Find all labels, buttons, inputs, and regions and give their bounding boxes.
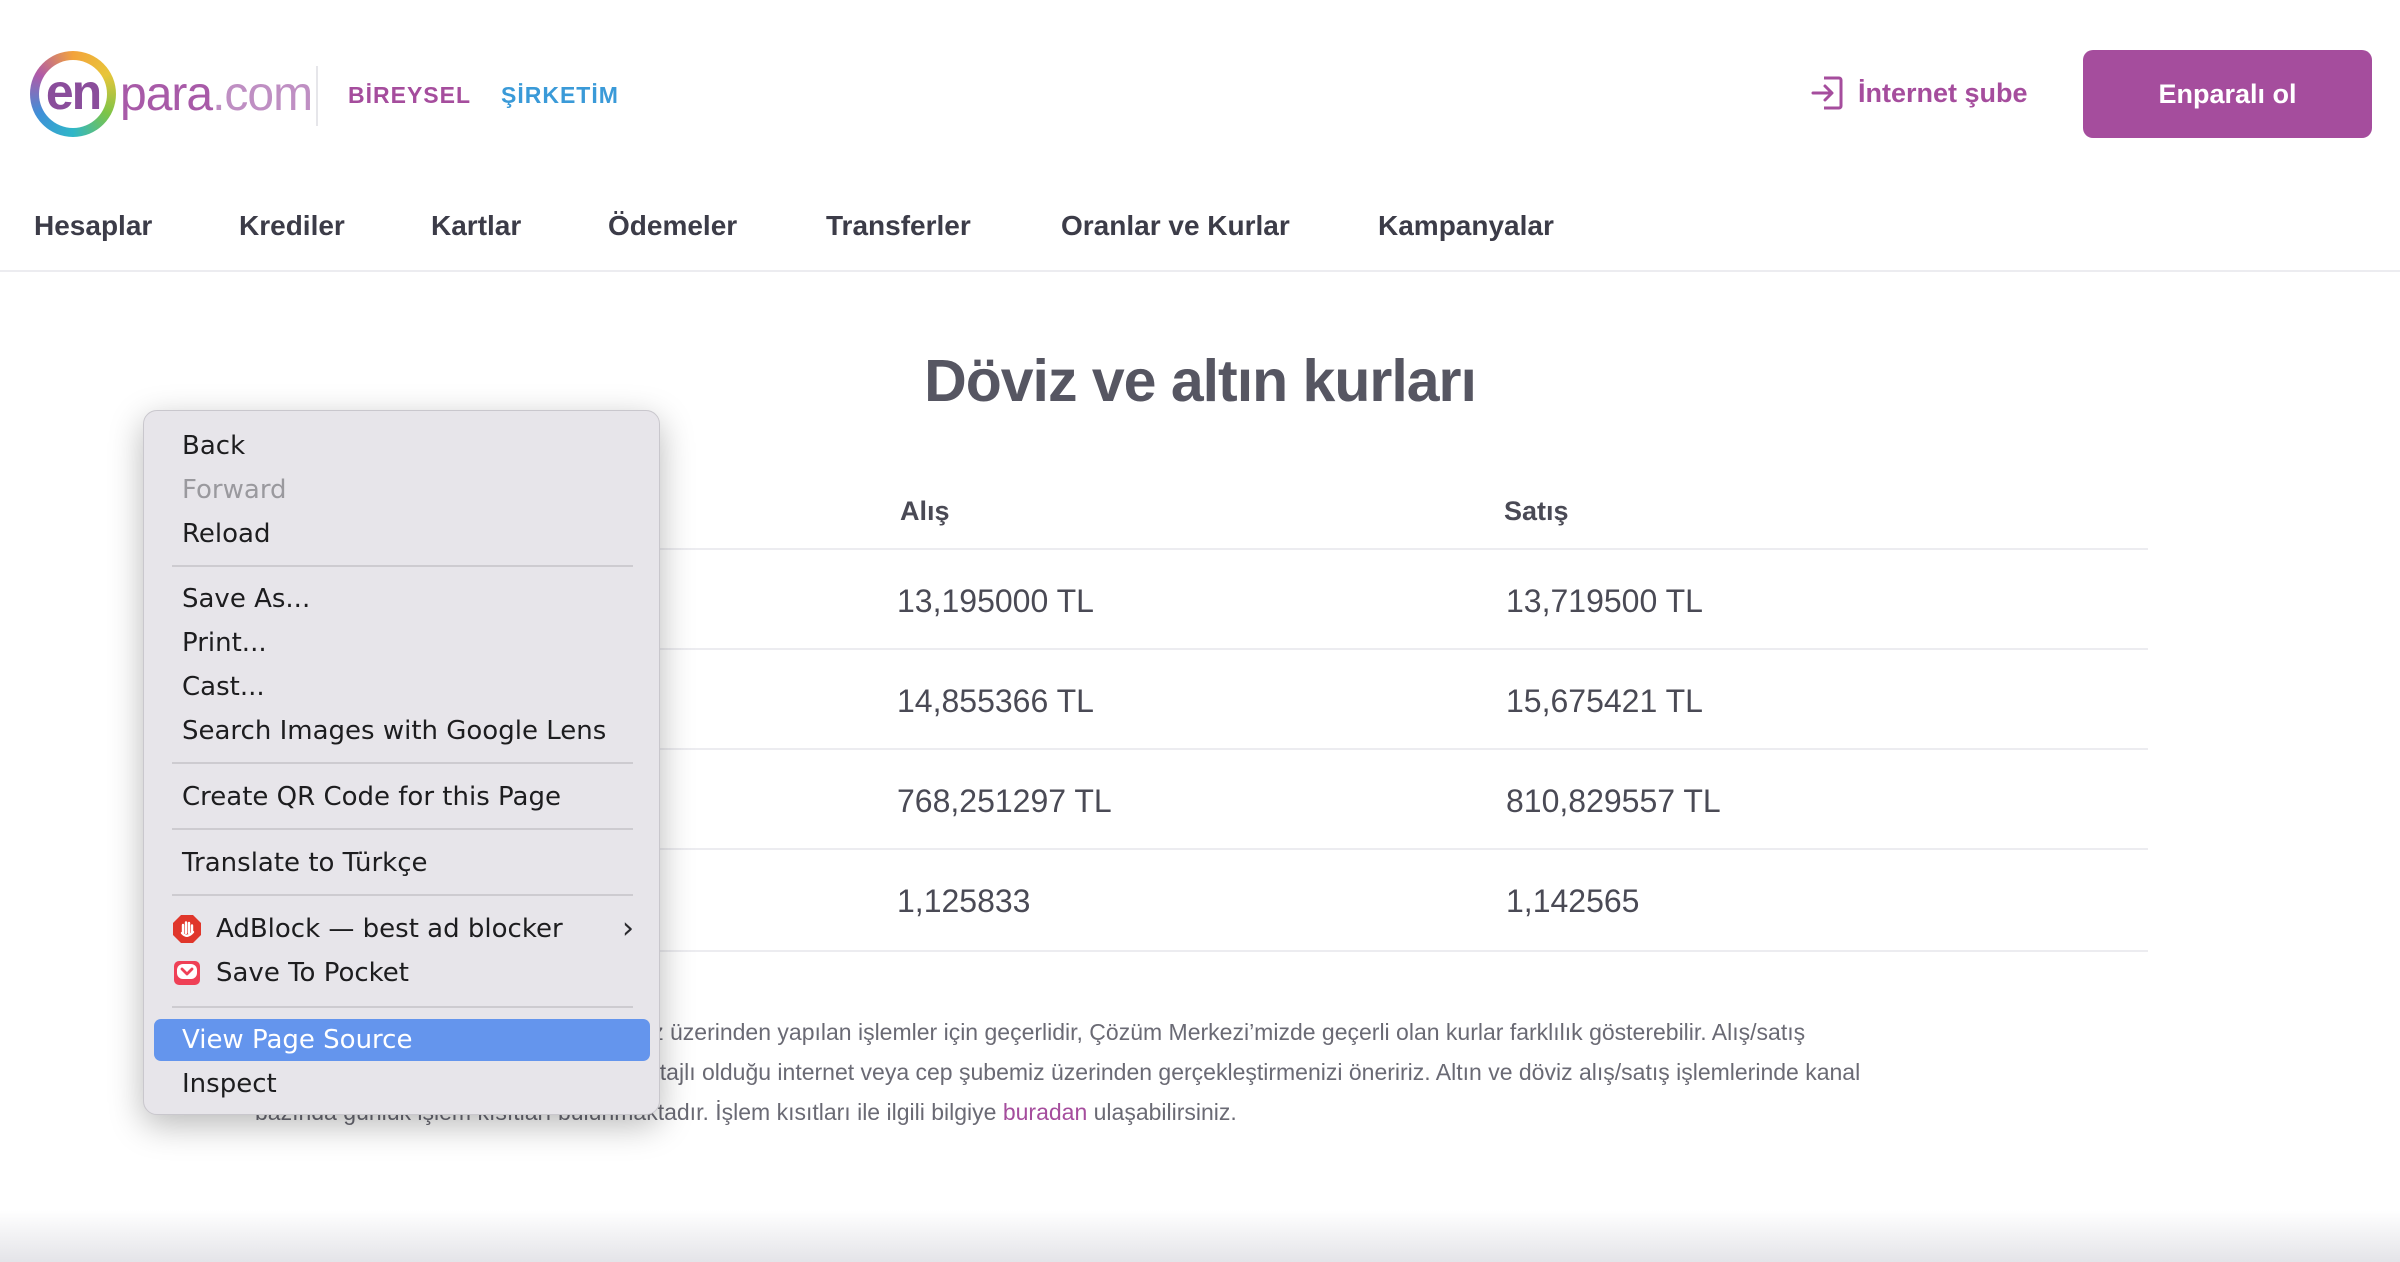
menu-item-translate[interactable]: Translate to Türkçe bbox=[154, 843, 650, 883]
segment-sirketim-link[interactable]: ŞİRKETİM bbox=[501, 82, 619, 109]
menu-item-inspect[interactable]: Inspect bbox=[154, 1064, 650, 1104]
submenu-chevron-icon: › bbox=[622, 911, 634, 946]
enpara-logo[interactable]: en para.com bbox=[30, 50, 313, 138]
menu-separator bbox=[172, 762, 633, 764]
menu-item-pocket[interactable]: Save To Pocket bbox=[154, 953, 650, 993]
menu-item-cast[interactable]: Cast... bbox=[154, 667, 650, 707]
menu-item-reload[interactable]: Reload bbox=[154, 514, 650, 554]
menu-item-label: Print... bbox=[182, 628, 267, 658]
menu-item-view-source[interactable]: View Page Source bbox=[154, 1019, 650, 1061]
site-header: en para.com BİREYSEL ŞİRKETİM İnternet ş… bbox=[0, 0, 2400, 190]
menu-item-print[interactable]: Print... bbox=[154, 623, 650, 663]
nav-item-transferler[interactable]: Transferler bbox=[826, 210, 971, 242]
sell-rate: 810,829557 TL bbox=[1506, 783, 1721, 819]
menu-item-google-lens[interactable]: Search Images with Google Lens bbox=[154, 711, 650, 751]
logo-word-para: para bbox=[120, 67, 213, 121]
menu-separator bbox=[172, 565, 633, 567]
menu-item-label: Save To Pocket bbox=[216, 958, 409, 988]
menu-item-label: Forward bbox=[182, 475, 287, 505]
logo-word-domain: .com bbox=[212, 67, 313, 121]
internet-branch-link[interactable]: İnternet şube bbox=[1810, 75, 2028, 111]
menu-item-label: Create QR Code for this Page bbox=[182, 782, 561, 812]
details-link[interactable]: buradan bbox=[1003, 1099, 1087, 1125]
segment-bireysel-link[interactable]: BİREYSEL bbox=[348, 82, 471, 109]
menu-item-label: Back bbox=[182, 431, 246, 461]
column-header-sell: Satış bbox=[1504, 496, 1569, 526]
sell-rate: 1,142565 bbox=[1506, 883, 1640, 919]
buy-rate: 14,855366 TL bbox=[897, 683, 1094, 719]
login-arrow-icon bbox=[1811, 76, 1843, 110]
menu-item-adblock[interactable]: AdBlock — best ad blocker › bbox=[154, 909, 650, 949]
main-nav: Hesaplar Krediler Kartlar Ödemeler Trans… bbox=[0, 200, 2400, 272]
menu-item-qr-code[interactable]: Create QR Code for this Page bbox=[154, 777, 650, 817]
nav-item-kampanyalar[interactable]: Kampanyalar bbox=[1378, 210, 1554, 242]
context-menu: Back Forward Reload Save As... Print... … bbox=[143, 410, 660, 1115]
pocket-icon bbox=[172, 958, 202, 988]
nav-item-oranlar-kurlar[interactable]: Oranlar ve Kurlar bbox=[1061, 210, 1290, 242]
menu-item-label: Save As... bbox=[182, 584, 311, 614]
menu-separator bbox=[172, 894, 633, 896]
sell-rate: 15,675421 TL bbox=[1506, 683, 1703, 719]
menu-item-label: AdBlock — best ad blocker bbox=[216, 914, 563, 944]
logo-en-text: en bbox=[45, 64, 102, 120]
column-header-buy: Alış bbox=[900, 496, 950, 526]
menu-item-label: Search Images with Google Lens bbox=[182, 716, 607, 746]
menu-item-label: View Page Source bbox=[182, 1025, 413, 1055]
adblock-hand-icon bbox=[172, 914, 202, 944]
internet-branch-label: İnternet şube bbox=[1858, 77, 2028, 108]
menu-item-label: Reload bbox=[182, 519, 271, 549]
header-divider bbox=[316, 66, 318, 126]
bottom-shadow bbox=[0, 1210, 2400, 1262]
nav-item-hesaplar[interactable]: Hesaplar bbox=[34, 210, 152, 242]
logo-wordmark: para.com bbox=[120, 67, 313, 122]
become-customer-button[interactable]: Enparalı ol bbox=[2083, 50, 2372, 138]
menu-item-label: Inspect bbox=[182, 1069, 277, 1099]
menu-item-back[interactable]: Back bbox=[154, 426, 650, 466]
buy-rate: 13,195000 TL bbox=[897, 583, 1094, 619]
page-title: Döviz ve altın kurları bbox=[924, 348, 1477, 414]
disclaimer-line-end: ulaşabilirsiniz. bbox=[1087, 1099, 1237, 1125]
buy-rate: 768,251297 TL bbox=[897, 783, 1112, 819]
menu-separator bbox=[172, 828, 633, 830]
menu-item-forward: Forward bbox=[154, 470, 650, 510]
nav-item-kartlar[interactable]: Kartlar bbox=[431, 210, 521, 242]
menu-separator bbox=[172, 1006, 633, 1008]
menu-item-save-as[interactable]: Save As... bbox=[154, 579, 650, 619]
nav-item-krediler[interactable]: Krediler bbox=[239, 210, 345, 242]
nav-item-odemeler[interactable]: Ödemeler bbox=[608, 210, 737, 242]
sell-rate: 13,719500 TL bbox=[1506, 583, 1703, 619]
menu-item-label: Translate to Türkçe bbox=[182, 848, 428, 878]
buy-rate: 1,125833 bbox=[897, 883, 1031, 919]
menu-item-label: Cast... bbox=[182, 672, 265, 702]
logo-ring-icon: en bbox=[30, 51, 116, 137]
